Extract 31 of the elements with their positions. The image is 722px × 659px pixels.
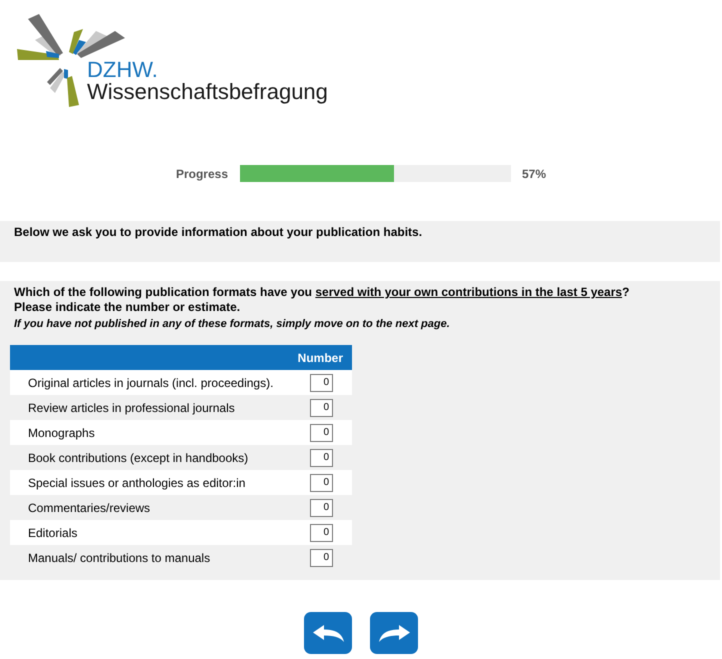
- row-label: Monographs: [28, 424, 95, 442]
- number-input[interactable]: 0: [310, 548, 333, 566]
- instruction-text: Please indicate the number or estimate.: [14, 300, 242, 315]
- row-label: Review articles in professional journals: [28, 400, 235, 416]
- question-text: Which of the following publication formats have you served with your own contributions in the last 5 years?: [14, 285, 630, 300]
- progress-label: Progress: [176, 166, 228, 180]
- back-arrow-icon: [312, 624, 344, 642]
- number-input[interactable]: 0: [310, 498, 333, 516]
- progress-percentage: 57%: [522, 166, 546, 180]
- number-input[interactable]: 0: [310, 474, 333, 492]
- row-label: Special issues or anthologies as editor:in: [28, 474, 246, 492]
- forward-arrow-icon: [378, 624, 410, 642]
- back-button[interactable]: [304, 612, 352, 654]
- row-label: Book contributions (except in handbooks): [28, 450, 248, 466]
- number-input[interactable]: 0: [310, 524, 333, 542]
- row-label: Manuals/ contributions to manuals: [28, 550, 210, 566]
- column-header: Number: [298, 350, 343, 366]
- row-label: Original articles in journals (incl. proceedings).: [28, 374, 274, 392]
- logo-rays-icon: [17, 14, 125, 60]
- row-label: Editorials: [28, 524, 78, 542]
- number-input[interactable]: 0: [310, 424, 333, 442]
- logo-rays-icon: [47, 68, 79, 107]
- intro-text: Below we ask you to provide information about your publication habits.: [14, 225, 424, 239]
- number-input[interactable]: 0: [310, 448, 333, 466]
- number-input[interactable]: 0: [310, 398, 333, 416]
- logo-wordmark: Wissenschaftsbefragung: [87, 81, 328, 103]
- number-input[interactable]: 0: [310, 374, 333, 392]
- row-label: Commentaries/reviews: [28, 500, 150, 516]
- logo-acronym: DZHW.: [87, 59, 158, 81]
- next-button[interactable]: [370, 612, 418, 654]
- hint-text: If you have not published in any of these formats, simply move on to the next page.: [14, 317, 451, 331]
